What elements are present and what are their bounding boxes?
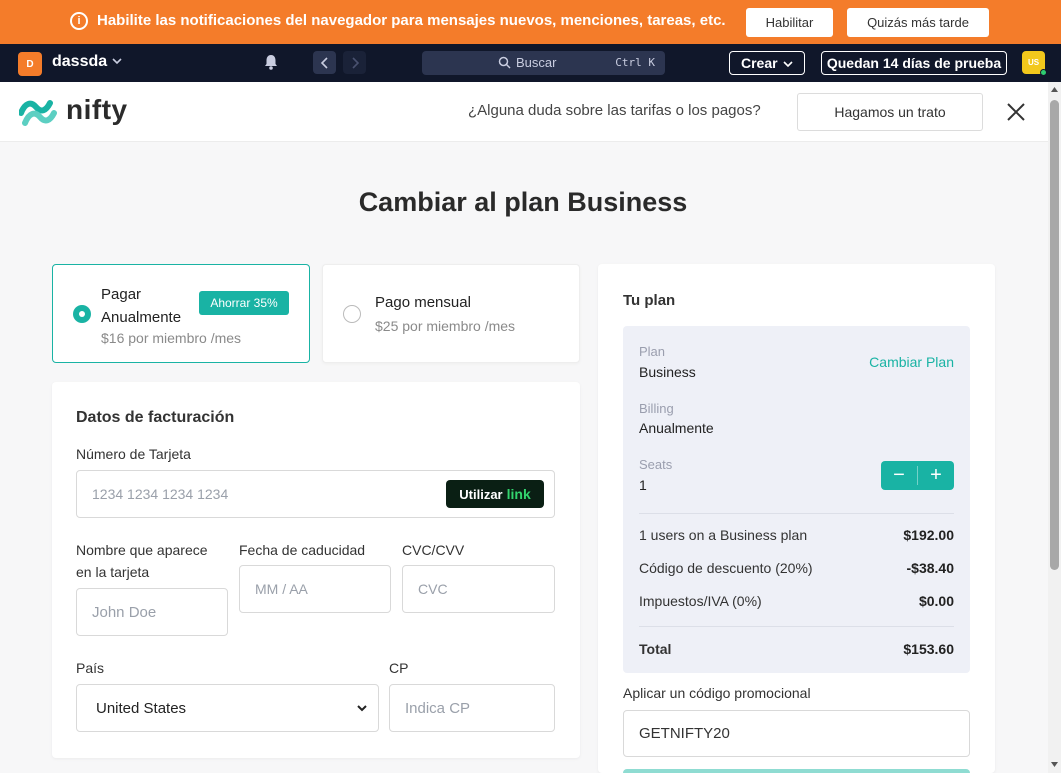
line-item-label: 1 users on a Business plan <box>639 527 808 543</box>
info-icon: i <box>70 12 88 30</box>
plan-option-monthly[interactable]: Pago mensual $25 por miembro /mes <box>322 264 580 363</box>
line-item-label: Impuestos/IVA (0%) <box>639 593 762 609</box>
link-button-prefix: Utilizar <box>459 486 503 502</box>
savings-badge: Ahorrar 35% <box>199 291 289 315</box>
plan-summary-panel: Tu plan Plan Business Cambiar Plan Billi… <box>598 264 995 773</box>
line-item-value: $192.00 <box>903 527 954 543</box>
plan-option-annual[interactable]: Pagar Anualmente Ahorrar 35% $16 por mie… <box>52 264 310 363</box>
logo-text: nifty <box>66 94 128 125</box>
cardholder-name-input[interactable]: John Doe <box>76 588 228 636</box>
country-select[interactable]: United States <box>76 684 379 732</box>
create-button[interactable]: Crear <box>729 51 805 75</box>
page-title: Cambiar al plan Business <box>358 187 688 217</box>
nav-back-button[interactable] <box>313 51 336 74</box>
zip-label: CP <box>389 660 409 676</box>
increase-seats-button[interactable]: + <box>918 461 954 490</box>
search-bar[interactable]: Buscar Ctrl K <box>422 51 665 75</box>
summary-box: Plan Business Cambiar Plan Billing Anual… <box>623 326 970 673</box>
chevron-left-icon <box>320 56 328 69</box>
promo-code-value: GETNIFTY20 <box>639 725 730 742</box>
line-item-value: $0.00 <box>918 593 954 609</box>
enable-notifications-button[interactable]: Habilitar <box>746 8 833 37</box>
cvc-placeholder: CVC <box>418 581 448 597</box>
plan-value: Business <box>639 364 696 380</box>
create-label: Crear <box>741 55 778 71</box>
plan-option-price: $25 por miembro /mes <box>375 318 516 334</box>
line-item-label: Código de descuento (20%) <box>639 560 813 576</box>
plan-label: Plan <box>639 344 666 359</box>
chevron-down-icon[interactable] <box>111 55 123 67</box>
expiry-input[interactable]: MM / AA <box>239 565 391 613</box>
search-placeholder: Buscar <box>516 55 557 70</box>
apply-promo-button[interactable] <box>623 769 970 773</box>
expiry-label: Fecha de caducidad <box>239 542 366 558</box>
radio-selected[interactable] <box>73 305 91 323</box>
scroll-down-icon[interactable] <box>1051 762 1058 767</box>
notification-banner: i Habilite las notificaciones del navega… <box>0 0 1061 44</box>
use-link-button[interactable]: Utilizar link <box>446 480 544 508</box>
scroll-up-icon[interactable] <box>1051 87 1058 92</box>
billing-details-card: Datos de facturación Número de Tarjeta 1… <box>52 382 580 758</box>
summary-title: Tu plan <box>623 292 676 309</box>
expiry-placeholder: MM / AA <box>255 581 308 597</box>
online-status-dot <box>1040 69 1047 76</box>
nav-forward-button[interactable] <box>343 51 366 74</box>
promo-code-input[interactable]: GETNIFTY20 <box>623 710 970 757</box>
divider <box>639 513 954 514</box>
workspace-name[interactable]: dassda <box>52 53 107 71</box>
promo-code-label: Aplicar un código promocional <box>623 685 811 701</box>
change-plan-link[interactable]: Cambiar Plan <box>869 354 954 370</box>
billing-label: Billing <box>639 401 674 416</box>
chevron-down-icon <box>357 705 367 712</box>
country-value: United States <box>96 699 187 717</box>
card-number-label: Número de Tarjeta <box>76 446 191 462</box>
workspace-avatar[interactable]: D <box>18 52 42 76</box>
user-avatar[interactable]: US <box>1022 51 1047 76</box>
cvc-label: CVC/CVV <box>402 542 465 558</box>
search-shortcut: Ctrl K <box>615 56 655 69</box>
trial-days-button[interactable]: Quedan 14 días de prueba <box>821 51 1007 75</box>
scrollbar-thumb[interactable] <box>1050 100 1059 570</box>
card-number-placeholder: 1234 1234 1234 1234 <box>92 486 229 502</box>
bell-icon[interactable] <box>262 53 280 71</box>
billing-value: Anualmente <box>639 420 714 436</box>
divider <box>639 626 954 627</box>
chevron-right-icon <box>351 56 359 69</box>
seats-label: Seats <box>639 457 673 472</box>
make-deal-button[interactable]: Hagamos un trato <box>797 93 983 131</box>
cardholder-name-placeholder: John Doe <box>92 603 157 621</box>
total-value: $153.60 <box>903 641 954 657</box>
nifty-logo-icon <box>19 100 57 126</box>
maybe-later-button[interactable]: Quizás más tarde <box>847 8 989 37</box>
chevron-down-icon <box>783 61 793 68</box>
radio-unselected[interactable] <box>343 305 361 323</box>
zip-input[interactable]: Indica CP <box>389 684 555 732</box>
close-icon[interactable] <box>1005 101 1027 123</box>
zip-placeholder: Indica CP <box>405 699 471 717</box>
seats-stepper[interactable]: − + <box>881 461 954 490</box>
cvc-input[interactable]: CVC <box>402 565 555 613</box>
billing-title: Datos de facturación <box>76 409 235 426</box>
country-label: País <box>76 660 105 676</box>
plan-option-name: Pagar Anualmente <box>101 286 182 326</box>
line-item-value: -$38.40 <box>906 560 954 576</box>
search-icon <box>498 56 511 69</box>
cardholder-name-label: Nombre que aparece en la tarjeta <box>76 542 208 580</box>
user-initials: US <box>1027 58 1040 67</box>
seats-value: 1 <box>639 477 647 493</box>
plan-option-name: Pago mensual <box>375 294 471 311</box>
page-scrollbar[interactable] <box>1048 82 1061 773</box>
link-brand: link <box>506 486 531 502</box>
decrease-seats-button[interactable]: − <box>881 461 917 490</box>
total-label: Total <box>639 641 672 657</box>
plan-option-price: $16 por miembro /mes <box>101 330 242 346</box>
pricing-question: ¿Alguna duda sobre las tarifas o los pag… <box>468 102 761 119</box>
notification-text: Habilite las notificaciones del navegado… <box>97 12 726 29</box>
